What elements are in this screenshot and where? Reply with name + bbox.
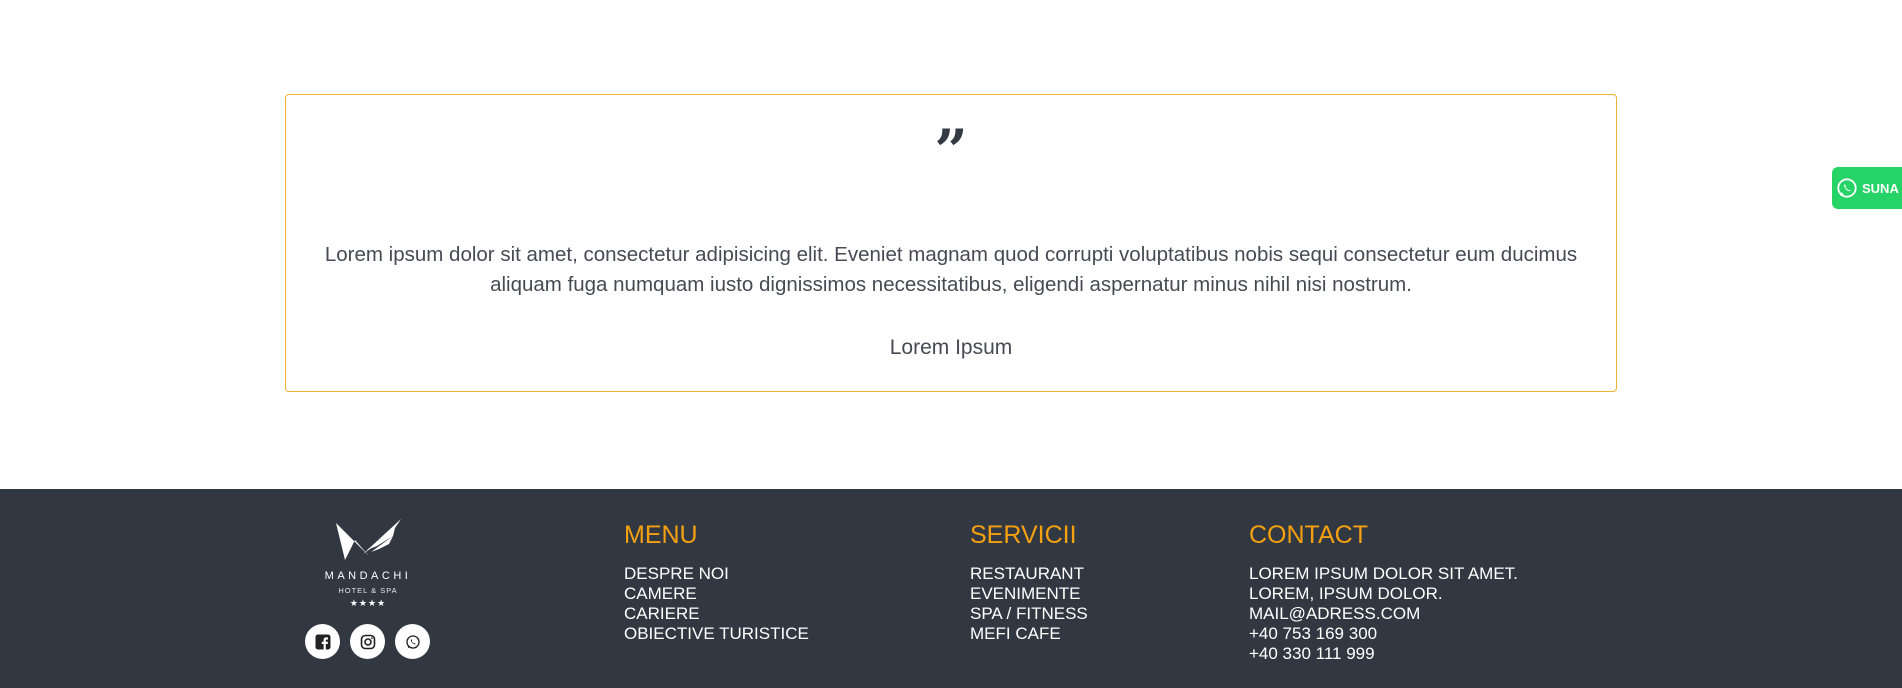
testimonial-author: Lorem Ipsum <box>889 336 1013 359</box>
menu-heading: MENU <box>624 521 698 549</box>
facebook-icon <box>315 634 330 650</box>
service-link-evenimente[interactable]: EVENIMENTE <box>970 584 1088 604</box>
wings-logo-icon <box>336 519 401 560</box>
call-button-label: SUNA <box>1862 180 1899 196</box>
service-link-mefi-cafe[interactable]: MEFI CAFE <box>970 624 1088 644</box>
instagram-icon <box>360 634 375 649</box>
brand-subtitle: HOTEL & SPA <box>338 586 398 595</box>
services-heading: SERVICII <box>970 521 1077 549</box>
menu-link-despre-noi[interactable]: DESPRE NOI <box>624 564 809 584</box>
whatsapp-icon <box>1837 178 1857 198</box>
footer-menu-column: MENU DESPRE NOI CAMERE CARIERE OBIECTIVE… <box>624 520 809 644</box>
contact-address-line-1: LOREM IPSUM DOLOR SIT AMET. <box>1249 564 1518 583</box>
instagram-link[interactable] <box>350 624 385 659</box>
menu-link-camere[interactable]: CAMERE <box>624 584 809 604</box>
whatsapp-link[interactable] <box>395 624 430 659</box>
footer-services-column: SERVICII RESTAURANT EVENIMENTE SPA / FIT… <box>970 520 1088 644</box>
facebook-link[interactable] <box>305 624 340 659</box>
testimonial-text: Lorem ipsum dolor sit amet, consectetur … <box>324 243 1578 296</box>
call-button[interactable]: SUNA <box>1832 167 1902 209</box>
contact-phone-1[interactable]: +40 753 169 300 <box>1249 624 1518 644</box>
brand-stars: ★★★★ <box>349 598 387 608</box>
footer-contact-column: CONTACT LOREM IPSUM DOLOR SIT AMET. LORE… <box>1249 520 1518 664</box>
footer <box>0 489 1902 688</box>
social-links <box>305 624 430 659</box>
contact-address-line-2: LOREM, IPSUM DOLOR. <box>1249 584 1443 603</box>
contact-phone-2[interactable]: +40 330 111 999 <box>1249 644 1518 664</box>
quote-icon: ” <box>934 122 968 182</box>
contact-email[interactable]: MAIL@ADRESS.COM <box>1249 604 1518 624</box>
service-link-spa-fitness[interactable]: SPA / FITNESS <box>970 604 1088 624</box>
brand-name: MANDACHI <box>324 570 412 582</box>
menu-link-cariere[interactable]: CARIERE <box>624 604 809 624</box>
contact-heading: CONTACT <box>1249 521 1368 549</box>
menu-link-obiective-turistice[interactable]: OBIECTIVE TURISTICE <box>624 624 809 644</box>
whatsapp-icon <box>405 634 420 649</box>
footer-logo[interactable]: MANDACHI HOTEL & SPA ★★★★ <box>310 516 426 609</box>
service-link-restaurant[interactable]: RESTAURANT <box>970 564 1088 584</box>
